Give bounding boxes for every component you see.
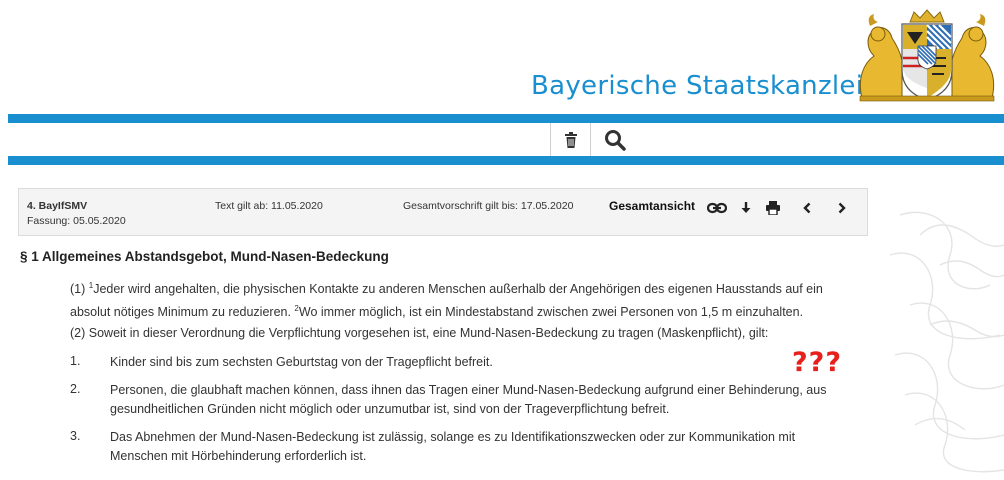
clear-search-button[interactable] <box>550 123 590 156</box>
lion-watermark-icon <box>889 211 1004 473</box>
list-item-text: Kinder sind bis zum sechsten Geburtstag … <box>110 355 493 369</box>
next-button[interactable] <box>831 199 853 217</box>
document-info-bar: 4. BayIfSMV Fassung: 05.05.2020 Text gil… <box>18 188 868 236</box>
paragraph-1-number: (1) <box>70 282 89 296</box>
full-view-link[interactable]: Gesamtansicht <box>609 199 695 213</box>
search-bar <box>0 114 1004 165</box>
list-item-text: Das Abnehmen der Mund-Nasen-Bedeckung is… <box>110 430 796 463</box>
print-button[interactable] <box>762 199 784 217</box>
link-button[interactable] <box>706 199 728 217</box>
trash-icon <box>564 131 577 148</box>
valid-until: Gesamtvorschrift gilt bis: 17.05.2020 <box>403 200 574 212</box>
link-icon <box>707 202 727 214</box>
print-icon <box>766 201 780 215</box>
section-heading: § 1 Allgemeines Abstandsgebot, Mund-Nase… <box>20 249 389 264</box>
band-top-strip <box>638 114 1004 123</box>
download-icon <box>741 202 751 213</box>
next-icon <box>838 202 846 214</box>
sentence-2: Wo immer möglich, ist ein Mindestabstand… <box>298 305 804 319</box>
previous-button[interactable] <box>796 199 818 217</box>
site-title[interactable]: Bayerische Staatskanzlei <box>531 71 863 101</box>
bavarian-coat-of-arms-icon[interactable] <box>852 8 1002 103</box>
list-item-number: 3. <box>70 429 81 443</box>
law-abbreviation: 4. BayIfSMV <box>27 200 88 212</box>
site-header: Bayerische Staatskanzlei <box>0 0 1004 112</box>
valid-from: Text gilt ab: 11.05.2020 <box>215 200 323 212</box>
paragraph-2: (2) Soweit in dieser Verordnung die Verp… <box>70 326 769 340</box>
list-item-number: 1. <box>70 354 81 368</box>
search-input[interactable] <box>8 123 550 156</box>
previous-icon <box>803 202 811 214</box>
magnifier-icon <box>604 129 626 151</box>
list-item-number: 2. <box>70 382 81 396</box>
list-item-text: Personen, die glaubhaft machen können, d… <box>110 383 827 416</box>
download-button[interactable] <box>735 199 757 217</box>
question-marks-annotation: ??? <box>792 347 842 378</box>
version-date: Fassung: 05.05.2020 <box>27 215 126 227</box>
band-bottom-strip <box>638 156 1004 165</box>
search-button[interactable] <box>590 123 638 156</box>
paragraph-1: (1) 1Jeder wird angehalten, die physisch… <box>70 276 860 322</box>
